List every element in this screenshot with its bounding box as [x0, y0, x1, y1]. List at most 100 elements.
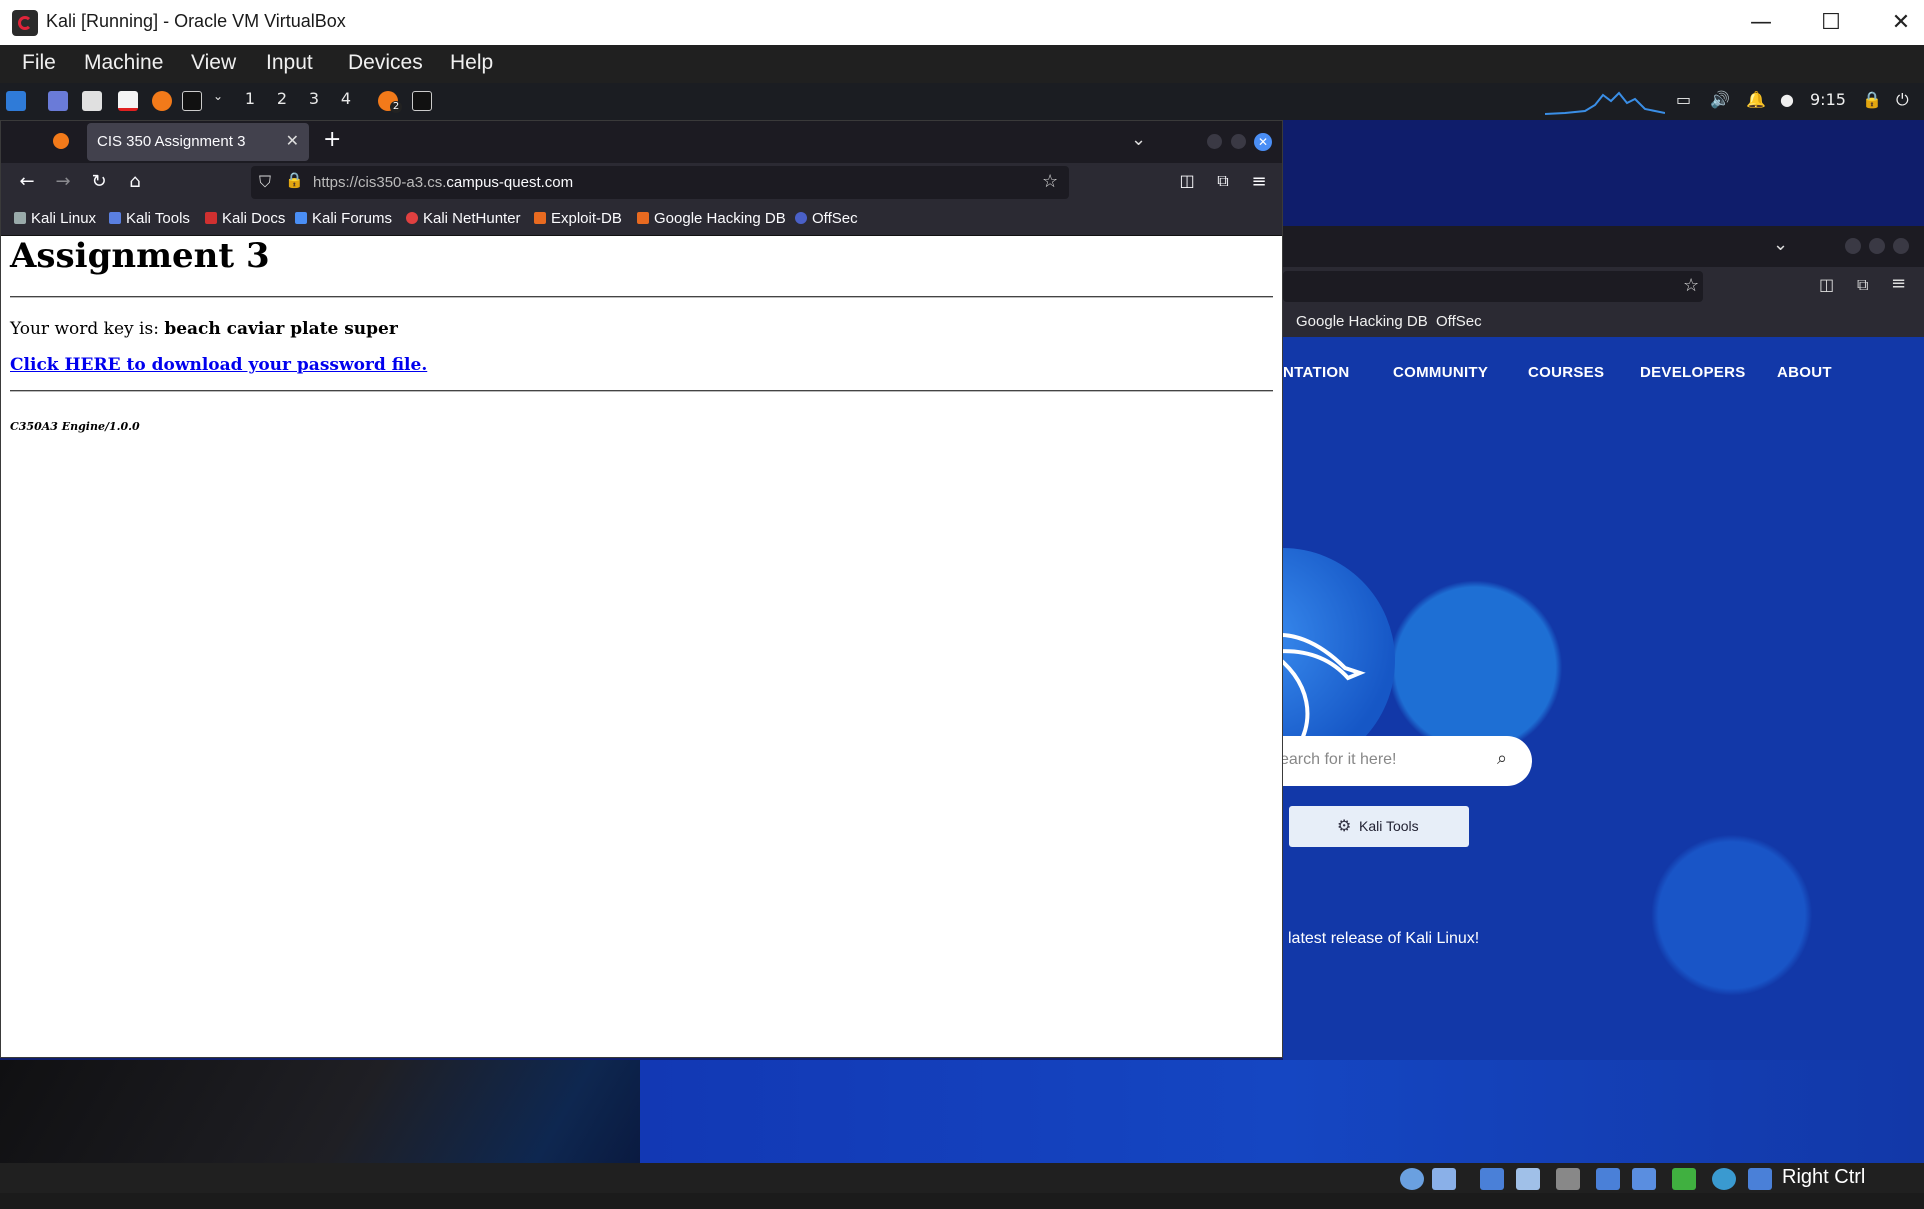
bookmark-kali-docs[interactable]: Kali Docs [205, 210, 285, 227]
kali-linux-icon [14, 212, 26, 224]
offsec-icon [795, 212, 807, 224]
menu-view[interactable]: View [191, 51, 236, 75]
url-text[interactable]: https://cis350-a3.cs.campus-quest.com [313, 174, 573, 191]
lock-icon[interactable]: 🔒 [285, 171, 304, 189]
window-control-icon[interactable] [1869, 238, 1885, 254]
extensions-icon[interactable]: ⧉ [1211, 171, 1235, 191]
search-icon[interactable]: ⌕ [1497, 748, 1507, 769]
url-domain: campus-quest.com [446, 174, 574, 191]
menu-hamburger-icon[interactable]: ≡ [1247, 171, 1271, 192]
background-browser-navbar: ☆ ◫ ⧉ ≡ [1283, 267, 1924, 307]
bookmark-kali-forums[interactable]: Kali Forums [295, 210, 392, 227]
workspace-3[interactable]: 3 [300, 89, 328, 108]
cpu-icon[interactable] [1672, 1168, 1696, 1190]
recording-icon[interactable] [1632, 1168, 1656, 1190]
bookmark-google-hacking-db[interactable]: Google Hacking DB [1296, 313, 1428, 330]
kali-tools-icon [109, 212, 121, 224]
terminal-icon[interactable] [182, 91, 202, 111]
close-window-icon[interactable]: ✕ [1254, 133, 1272, 151]
terminal-task-icon[interactable] [412, 91, 432, 111]
url-bar[interactable]: ⛉ 🔒 https://cis350-a3.cs.campus-quest.co… [251, 166, 1069, 199]
new-tab-button[interactable]: + [323, 127, 341, 152]
bookmark-kali-nethunter[interactable]: Kali NetHunter [406, 210, 521, 227]
maximize-button[interactable]: ☐ [1796, 0, 1866, 45]
network-icon[interactable]: ● [1780, 90, 1794, 109]
audio-icon[interactable] [1432, 1168, 1456, 1190]
tab-close-icon[interactable]: ✕ [286, 131, 299, 150]
url-prefix: https://cis350-a3.cs. [313, 174, 447, 191]
bookmark-google-hacking-db[interactable]: Google Hacking DB [637, 210, 786, 227]
host-status-bar: Right Ctrl [0, 1163, 1924, 1193]
bookmark-star-icon[interactable]: ☆ [1683, 275, 1699, 296]
display-icon[interactable]: ▭ [1676, 90, 1691, 109]
keyboard-icon[interactable] [1748, 1168, 1772, 1190]
extensions-icon[interactable]: ⧉ [1857, 275, 1868, 295]
task-count-badge: 2 [390, 101, 402, 113]
bookmark-star-icon[interactable]: ☆ [1042, 171, 1058, 192]
workspace-1[interactable]: 1 [236, 89, 264, 108]
pocket-icon[interactable]: ◫ [1819, 275, 1834, 294]
text-editor-icon[interactable] [118, 91, 138, 111]
back-icon[interactable]: ← [15, 171, 39, 192]
bookmark-offsec[interactable]: OffSec [795, 210, 858, 227]
nav-courses[interactable]: COURSES [1528, 364, 1604, 381]
word-key-value: beach caviar plate super [164, 319, 398, 339]
window-control-icon[interactable] [1845, 238, 1861, 254]
nav-about[interactable]: ABOUT [1777, 364, 1832, 381]
close-button[interactable]: ✕ [1866, 0, 1924, 45]
window-control-icon[interactable] [1893, 238, 1909, 254]
nav-community[interactable]: COMMUNITY [1393, 364, 1488, 381]
host-title-bar: Kali [Running] - Oracle VM VirtualBox — … [0, 0, 1924, 46]
menu-file[interactable]: File [22, 51, 56, 75]
usb-icon[interactable] [1516, 1168, 1540, 1190]
reload-icon[interactable]: ↻ [87, 171, 111, 192]
background-url-bar[interactable] [1283, 271, 1703, 302]
display-icon[interactable] [1596, 1168, 1620, 1190]
menu-hamburger-icon[interactable]: ≡ [1891, 273, 1906, 294]
maximize-window-icon[interactable] [1231, 134, 1246, 149]
clock[interactable]: 9:15 [1810, 90, 1846, 109]
nav-developers[interactable]: DEVELOPERS [1640, 364, 1746, 381]
list-all-tabs-chevron-icon[interactable]: ⌄ [1131, 129, 1146, 150]
bookmark-kali-linux[interactable]: Kali Linux [14, 210, 96, 227]
nav-documentation[interactable]: NTATION [1283, 364, 1350, 381]
forward-icon[interactable]: → [51, 171, 75, 192]
minimize-button[interactable]: — [1726, 0, 1796, 45]
tab-bar: CIS 350 Assignment 3 ✕ + ⌄ ✕ [1, 121, 1282, 163]
minimize-window-icon[interactable] [1207, 134, 1222, 149]
lock-icon[interactable]: 🔒 [1862, 90, 1882, 109]
file-manager-icon[interactable] [82, 91, 102, 111]
tab-title: CIS 350 Assignment 3 [97, 133, 246, 150]
menu-help[interactable]: Help [450, 51, 493, 75]
desktop-wallpaper-blue [640, 1060, 1924, 1163]
menu-devices[interactable]: Devices [348, 51, 423, 75]
list-tabs-chevron-icon[interactable]: ⌄ [1773, 234, 1788, 255]
menu-input[interactable]: Input [266, 51, 313, 75]
pocket-icon[interactable]: ◫ [1175, 171, 1199, 190]
mouse-integration-icon[interactable] [1712, 1168, 1736, 1190]
workspace-2[interactable]: 2 [268, 89, 296, 108]
kali-tools-button[interactable]: ⚙ Kali Tools [1289, 806, 1469, 847]
firefox-view-icon[interactable] [53, 133, 69, 149]
bookmark-offsec[interactable]: OffSec [1436, 313, 1482, 330]
kali-menu-icon[interactable] [6, 91, 26, 111]
volume-icon[interactable]: 🔊 [1710, 90, 1730, 109]
tab-cis350-assignment[interactable]: CIS 350 Assignment 3 ✕ [87, 123, 309, 161]
shared-folder-icon[interactable] [1556, 1168, 1580, 1190]
download-password-file-link[interactable]: Click HERE to download your password fil… [10, 355, 427, 375]
kali-search-placeholder: earch for it here! [1280, 751, 1397, 768]
firefox-icon[interactable] [152, 91, 172, 111]
terminal-dropdown-chevron-icon[interactable]: ⌄ [204, 89, 232, 103]
power-icon[interactable]: ⏻ [1896, 90, 1909, 110]
network-adapter-icon[interactable] [1480, 1168, 1504, 1190]
bookmark-exploit-db[interactable]: Exploit-DB [534, 210, 622, 227]
workspace-4[interactable]: 4 [332, 89, 360, 108]
bookmark-kali-tools[interactable]: Kali Tools [109, 210, 190, 227]
desktop-icon[interactable] [48, 91, 68, 111]
kali-tools-button-label: Kali Tools [1359, 818, 1419, 834]
notifications-icon[interactable]: 🔔 [1746, 90, 1766, 109]
shield-icon[interactable]: ⛉ [259, 172, 271, 192]
home-icon[interactable]: ⌂ [123, 171, 147, 192]
optical-drive-icon[interactable] [1400, 1168, 1424, 1190]
menu-machine[interactable]: Machine [84, 51, 163, 75]
